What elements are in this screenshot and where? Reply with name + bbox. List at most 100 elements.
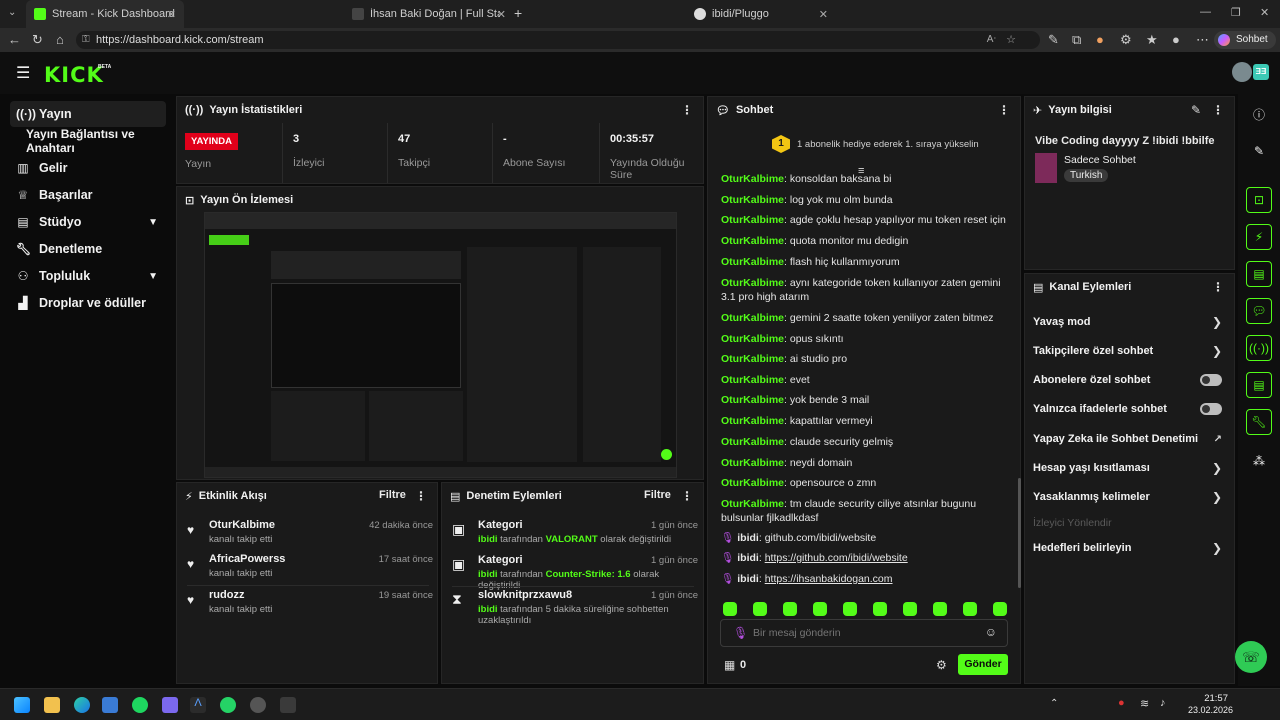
- sidebar-item-topluluk[interactable]: ⚇ Topluluk ▼: [10, 263, 166, 289]
- chat-username[interactable]: OturKalbime: [721, 333, 784, 345]
- mic-tray-icon[interactable]: ●: [1118, 697, 1125, 709]
- stats-widget-icon[interactable]: ((·)): [1246, 335, 1272, 361]
- file-explorer-icon[interactable]: [44, 697, 60, 713]
- emote-icon[interactable]: [963, 602, 977, 616]
- category-name[interactable]: Sadece Sohbet: [1064, 154, 1136, 166]
- subscribers-only-toggle[interactable]: [1200, 374, 1222, 386]
- edit-layout-icon[interactable]: ✎: [1246, 138, 1272, 164]
- chat-username[interactable]: OturKalbime: [721, 436, 784, 448]
- more-options-icon[interactable]: ⋮: [415, 489, 427, 503]
- chat-username[interactable]: ibidi: [737, 573, 759, 585]
- close-window-icon[interactable]: ✕: [1260, 6, 1269, 19]
- favorite-icon[interactable]: ☆: [1006, 31, 1016, 49]
- preview-widget-icon[interactable]: ⊡: [1246, 187, 1272, 213]
- emote-icon[interactable]: [723, 602, 737, 616]
- emote-icon[interactable]: [933, 602, 947, 616]
- chat-widget-icon[interactable]: 💬︎: [1246, 298, 1272, 324]
- gift-banner-text[interactable]: 1 abonelik hediye ederek 1. sıraya yükse…: [797, 139, 979, 150]
- avatar[interactable]: [1232, 62, 1252, 82]
- chat-text[interactable]: https://github.com/ibidi/website: [765, 552, 908, 564]
- url-field[interactable]: ⚿ https://dashboard.kick.com/stream Aᐧ ☆: [76, 31, 1040, 49]
- filter-button[interactable]: Filtre: [644, 489, 671, 501]
- more-options-icon[interactable]: ⋮: [998, 103, 1010, 117]
- emote-icon[interactable]: [783, 602, 797, 616]
- tab-list-icon[interactable]: ⌄: [8, 7, 16, 18]
- emote-only-toggle[interactable]: [1200, 403, 1222, 415]
- microphone-icon[interactable]: 🎙︎: [733, 626, 748, 640]
- new-tab-icon[interactable]: +: [514, 5, 522, 21]
- chat-text[interactable]: https://ihsanbakidogan.com: [765, 573, 893, 585]
- copilot-button[interactable]: Sohbet et: [1214, 31, 1276, 63]
- info-icon[interactable]: ⓘ: [1246, 101, 1272, 127]
- chat-settings-icon[interactable]: ⚙: [936, 658, 947, 672]
- chat-username[interactable]: ibidi: [737, 532, 759, 544]
- emoji-icon[interactable]: ☺: [985, 625, 997, 639]
- clock-date[interactable]: 23.02.2026: [1188, 705, 1233, 715]
- terminal-icon[interactable]: [280, 697, 296, 713]
- chat-message-field[interactable]: [753, 625, 973, 641]
- chat-username[interactable]: OturKalbime: [721, 353, 784, 365]
- chat-input[interactable]: 🎙︎ ☺: [720, 619, 1008, 647]
- chat-username[interactable]: OturKalbime: [721, 214, 784, 226]
- sidebar-item-stream-key[interactable]: Yayın Bağlantısı ve Anahtarı: [10, 127, 172, 155]
- chat-username[interactable]: OturKalbime: [721, 498, 784, 510]
- activity-user[interactable]: rudozz: [209, 589, 244, 601]
- favorites-icon[interactable]: ★: [1146, 32, 1158, 48]
- mail-icon[interactable]: [102, 697, 118, 713]
- chat-username[interactable]: OturKalbime: [721, 477, 784, 489]
- action-banned-words[interactable]: Yasaklanmış kelimeler ❯: [1033, 483, 1228, 511]
- editor-icon[interactable]: Λ: [190, 697, 206, 713]
- chat-username[interactable]: OturKalbime: [721, 394, 784, 406]
- edit-icon[interactable]: ✎: [1191, 103, 1201, 117]
- chat-username[interactable]: OturKalbime: [721, 277, 784, 289]
- activity-user[interactable]: OturKalbime: [209, 519, 275, 531]
- action-set-goals[interactable]: Hedefleri belirleyin ❯: [1033, 534, 1228, 562]
- chat-username[interactable]: OturKalbime: [721, 457, 784, 469]
- filter-button[interactable]: Filtre: [379, 489, 406, 501]
- volume-icon[interactable]: ♪: [1160, 697, 1166, 709]
- browser-tab-kick[interactable]: Stream - Kick Dashboard ✕: [26, 0, 184, 28]
- windows-start-icon[interactable]: [14, 697, 30, 713]
- extension-icon[interactable]: ●: [1096, 32, 1104, 47]
- chat-username[interactable]: OturKalbime: [721, 312, 784, 324]
- sidebar-item-basarilar[interactable]: ♕ Başarılar: [10, 182, 166, 208]
- whatsapp-icon[interactable]: [220, 697, 236, 713]
- app-icon[interactable]: [162, 697, 178, 713]
- read-aloud-icon[interactable]: Aᐧ: [987, 31, 996, 49]
- more-options-icon[interactable]: ⋮: [1212, 103, 1224, 117]
- action-ai-moderation[interactable]: Yapay Zeka ile Sohbet Denetimi ↗: [1033, 425, 1228, 453]
- mod-title[interactable]: slowknitprzxawu8: [478, 589, 572, 601]
- tray-expand-icon[interactable]: ⌃: [1050, 698, 1058, 709]
- more-widgets-icon[interactable]: ⁂: [1246, 448, 1272, 474]
- close-tab-icon[interactable]: ✕: [819, 8, 828, 21]
- browser-tab-portfolio[interactable]: İhsan Baki Doğan | Full Stack Deve ✕: [344, 0, 514, 28]
- more-icon[interactable]: ⋯: [1196, 32, 1209, 48]
- action-account-age[interactable]: Hesap yaşı kısıtlaması ❯: [1033, 454, 1228, 482]
- close-tab-icon[interactable]: ✕: [497, 8, 506, 21]
- sidebar-item-gelir[interactable]: ▥ Gelir: [10, 155, 166, 181]
- tools-widget-icon[interactable]: 🔧︎: [1246, 409, 1272, 435]
- action-slow-mode[interactable]: Yavaş mod ❯: [1033, 308, 1228, 336]
- chat-username[interactable]: OturKalbime: [721, 256, 784, 268]
- stream-preview-video[interactable]: [204, 212, 677, 478]
- emote-icon[interactable]: [843, 602, 857, 616]
- more-options-icon[interactable]: ⋮: [1212, 280, 1224, 294]
- emote-icon[interactable]: [753, 602, 767, 616]
- menu-icon[interactable]: ☰: [16, 63, 30, 83]
- kick-logo[interactable]: KICK: [44, 63, 104, 87]
- split-icon[interactable]: ⧉: [1072, 32, 1081, 48]
- extensions-icon[interactable]: ⚙: [1120, 32, 1132, 48]
- close-tab-icon[interactable]: ✕: [167, 8, 176, 21]
- chat-scrollbar[interactable]: [1018, 478, 1021, 588]
- chat-username[interactable]: OturKalbime: [721, 173, 784, 185]
- emote-icon[interactable]: [813, 602, 827, 616]
- clock-time[interactable]: 21:57: [1204, 693, 1228, 704]
- restore-icon[interactable]: ❐: [1231, 6, 1241, 19]
- emote-icon[interactable]: [873, 602, 887, 616]
- sidebar-item-droplar[interactable]: ▟ Droplar ve ödüller: [10, 290, 166, 316]
- sidebar-item-studyo[interactable]: ▤ Stüdyo ▼: [10, 209, 166, 235]
- home-icon[interactable]: ⌂: [56, 32, 64, 47]
- chrome-icon[interactable]: [250, 697, 266, 713]
- emote-icon[interactable]: [993, 602, 1007, 616]
- reload-icon[interactable]: ↻: [32, 32, 43, 48]
